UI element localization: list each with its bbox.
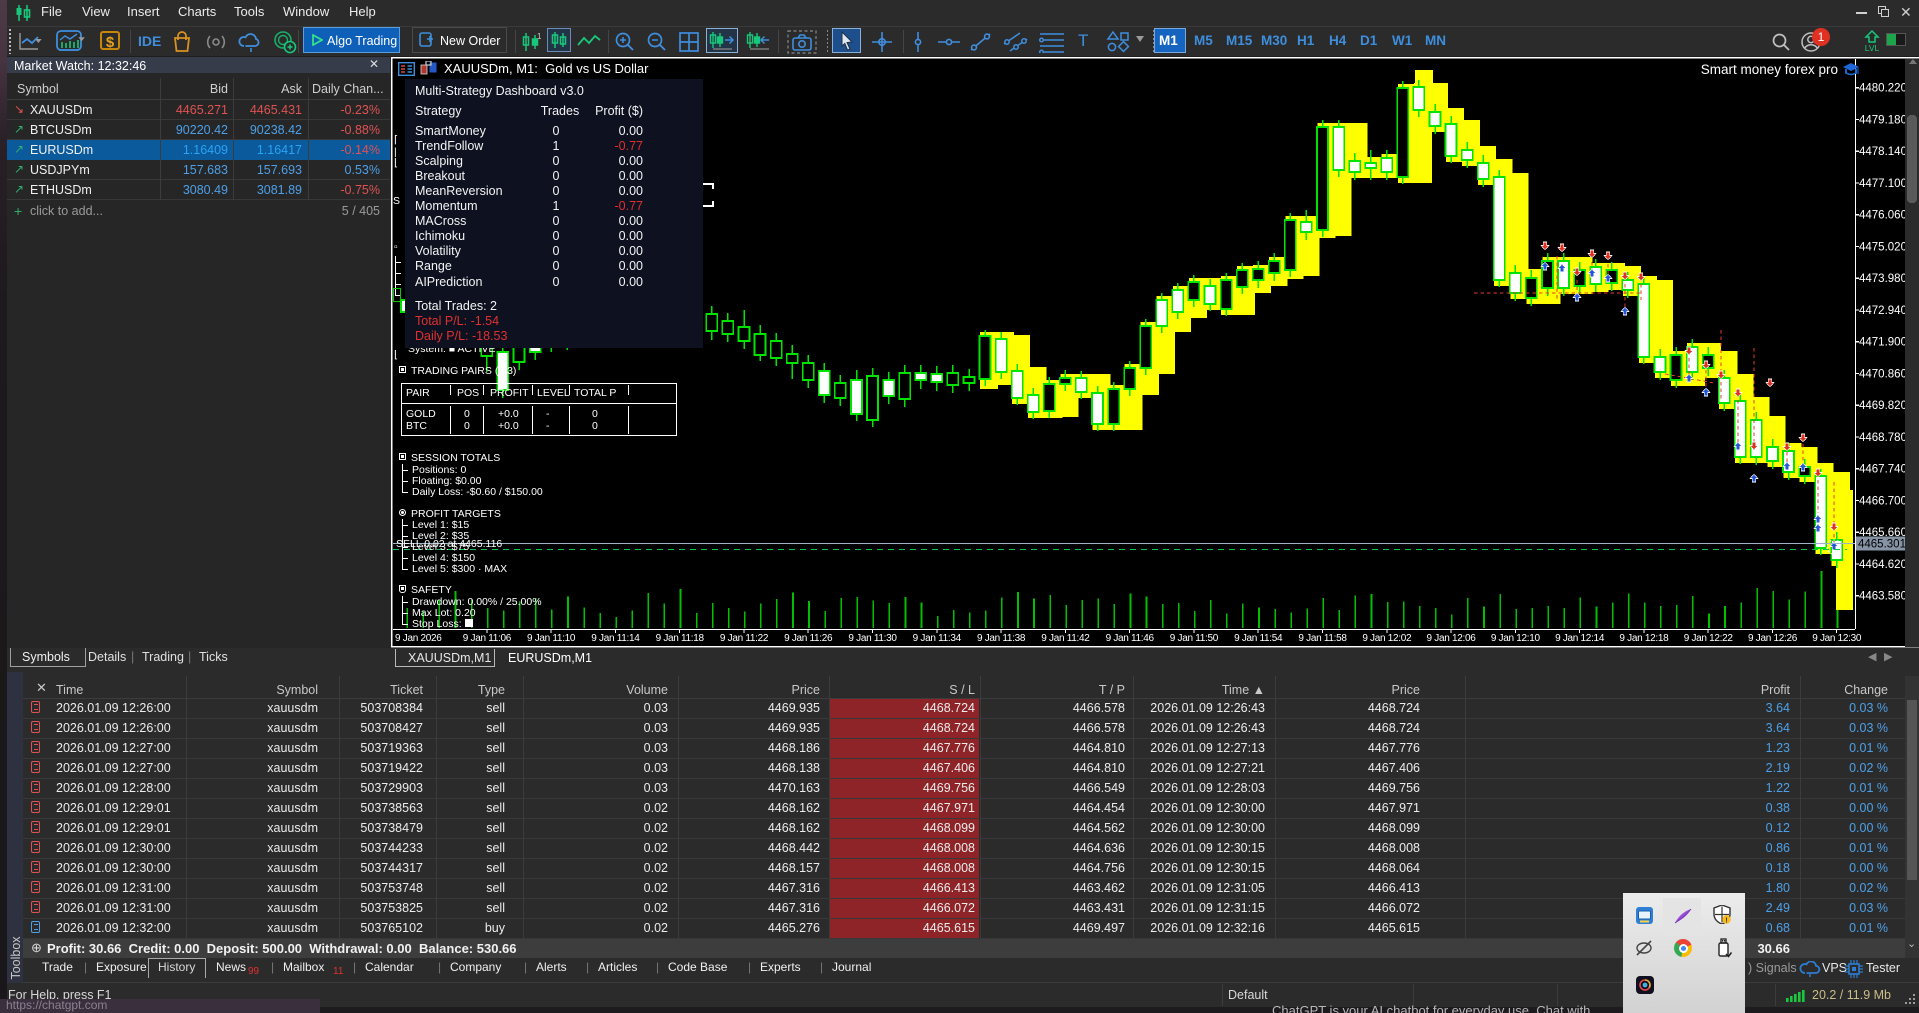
svg-text:4465.301: 4465.301 <box>1858 539 1906 551</box>
svg-text:4479.180: 4479.180 <box>1859 115 1907 127</box>
svg-text:9 Jan 12:02: 9 Jan 12:02 <box>1362 633 1412 644</box>
svg-text:4469.820: 4469.820 <box>1859 400 1907 412</box>
svg-text:9 Jan 11:34: 9 Jan 11:34 <box>913 633 962 644</box>
svg-text:9 Jan 11:30: 9 Jan 11:30 <box>848 633 897 644</box>
svg-text:9 Jan 11:22: 9 Jan 11:22 <box>720 633 769 644</box>
svg-text:4475.020: 4475.020 <box>1859 241 1907 253</box>
svg-text:9 Jan 11:10: 9 Jan 11:10 <box>527 633 576 644</box>
svg-text:9 Jan 12:18: 9 Jan 12:18 <box>1619 633 1669 644</box>
svg-text:9 Jan 11:38: 9 Jan 11:38 <box>977 633 1026 644</box>
svg-text:9 Jan 11:50: 9 Jan 11:50 <box>1170 633 1219 644</box>
svg-text:4476.060: 4476.060 <box>1859 210 1907 222</box>
svg-text:9 Jan 12:14: 9 Jan 12:14 <box>1555 633 1605 644</box>
svg-text:4464.620: 4464.620 <box>1859 559 1907 571</box>
svg-text:4478.140: 4478.140 <box>1859 146 1907 158</box>
svg-text:9 Jan 12:30: 9 Jan 12:30 <box>1812 633 1862 644</box>
svg-text:9 Jan 12:26: 9 Jan 12:26 <box>1748 633 1798 644</box>
svg-text:4477.100: 4477.100 <box>1859 178 1907 190</box>
svg-text:4471.900: 4471.900 <box>1859 337 1907 349</box>
svg-text:LVL: LVL <box>1865 43 1880 52</box>
svg-text:4466.700: 4466.700 <box>1859 495 1907 507</box>
svg-text:!: ! <box>1725 918 1727 925</box>
svg-text:4463.580: 4463.580 <box>1859 591 1907 603</box>
svg-text:9 Jan 11:14: 9 Jan 11:14 <box>591 633 640 644</box>
svg-text:1: 1 <box>537 32 542 41</box>
svg-text:9 Jan 11:54: 9 Jan 11:54 <box>1234 633 1283 644</box>
svg-text:9 Jan 11:42: 9 Jan 11:42 <box>1041 633 1090 644</box>
svg-text:9 Jan 11:26: 9 Jan 11:26 <box>784 633 833 644</box>
svg-text:4472.940: 4472.940 <box>1859 305 1907 317</box>
svg-text:9 Jan 12:06: 9 Jan 12:06 <box>1427 633 1477 644</box>
svg-text:4468.780: 4468.780 <box>1859 432 1907 444</box>
svg-text:Smart money forex pro: Smart money forex pro <box>1701 62 1838 77</box>
svg-text:9 Jan 11:46: 9 Jan 11:46 <box>1106 633 1155 644</box>
svg-text:9 Jan 11:58: 9 Jan 11:58 <box>1298 633 1347 644</box>
svg-text:4470.860: 4470.860 <box>1859 368 1907 380</box>
svg-text:9 Jan 2026: 9 Jan 2026 <box>395 633 442 644</box>
svg-text:9 Jan 11:18: 9 Jan 11:18 <box>656 633 705 644</box>
svg-text:4473.980: 4473.980 <box>1859 273 1907 285</box>
svg-text:9 Jan 12:10: 9 Jan 12:10 <box>1491 633 1541 644</box>
svg-text:4467.740: 4467.740 <box>1859 464 1907 476</box>
svg-text:4480.220: 4480.220 <box>1859 83 1907 95</box>
svg-text:9 Jan 11:06: 9 Jan 11:06 <box>463 633 512 644</box>
svg-text:9 Jan 12:22: 9 Jan 12:22 <box>1684 633 1734 644</box>
